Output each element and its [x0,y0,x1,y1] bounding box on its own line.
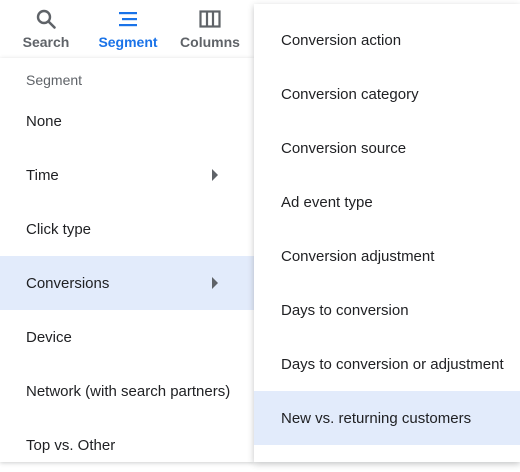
submenu-item-days-to-conversion-or-adjustment[interactable]: Days to conversion or adjustment [254,337,520,391]
submenu-item-label: Conversion action [281,31,402,49]
segment-menu: Segment None Time Click type Conversions… [0,58,254,462]
segment-item-top-vs-other[interactable]: Top vs. Other [0,418,254,472]
segment-item-conversions[interactable]: Conversions [0,256,254,310]
segment-item-label: None [26,112,62,130]
chevron-right-icon [212,277,218,289]
submenu-item-label: Days to conversion [281,301,409,319]
search-tool-label: Search [22,34,70,50]
submenu-item-conversion-category[interactable]: Conversion category [254,67,520,121]
segment-item-none[interactable]: None [0,94,254,148]
segment-item-time[interactable]: Time [0,148,254,202]
submenu-item-label: Conversion adjustment [281,247,435,265]
segment-item-label: Network (with search partners) [26,382,231,400]
submenu-item-ad-event-type[interactable]: Ad event type [254,175,520,229]
search-icon [35,8,57,30]
segment-item-click-type[interactable]: Click type [0,202,254,256]
segment-item-label: Click type [26,220,92,238]
segment-tool-button[interactable]: Segment [96,0,160,58]
chevron-right-icon [212,169,218,181]
submenu-item-label: Conversion source [281,139,407,157]
segment-icon [118,8,138,30]
segment-item-label: Top vs. Other [26,436,116,454]
segment-item-label: Conversions [26,274,110,292]
search-tool-button[interactable]: Search [18,0,74,58]
segment-menu-header: Segment [26,72,83,88]
columns-icon [199,8,221,30]
columns-tool-button[interactable]: Columns [178,0,242,58]
columns-tool-label: Columns [180,34,240,50]
segment-item-label: Device [26,328,72,346]
submenu-item-label: Ad event type [281,193,373,211]
conversions-submenu: Conversion action Conversion category Co… [254,4,520,462]
submenu-item-conversion-adjustment[interactable]: Conversion adjustment [254,229,520,283]
submenu-item-days-to-conversion[interactable]: Days to conversion [254,283,520,337]
segment-item-label: Time [26,166,59,184]
segment-tool-label: Segment [98,34,158,50]
submenu-item-label: Days to conversion or adjustment [281,355,504,373]
submenu-item-conversion-action[interactable]: Conversion action [254,13,520,67]
submenu-item-conversion-source[interactable]: Conversion source [254,121,520,175]
segment-item-network[interactable]: Network (with search partners) [0,364,254,418]
submenu-item-label: New vs. returning customers [281,409,472,427]
submenu-item-label: Conversion category [281,85,419,103]
toolbar: Search Segment Columns [0,0,254,58]
submenu-item-new-vs-returning-customers[interactable]: New vs. returning customers [254,391,520,445]
segment-item-device[interactable]: Device [0,310,254,364]
